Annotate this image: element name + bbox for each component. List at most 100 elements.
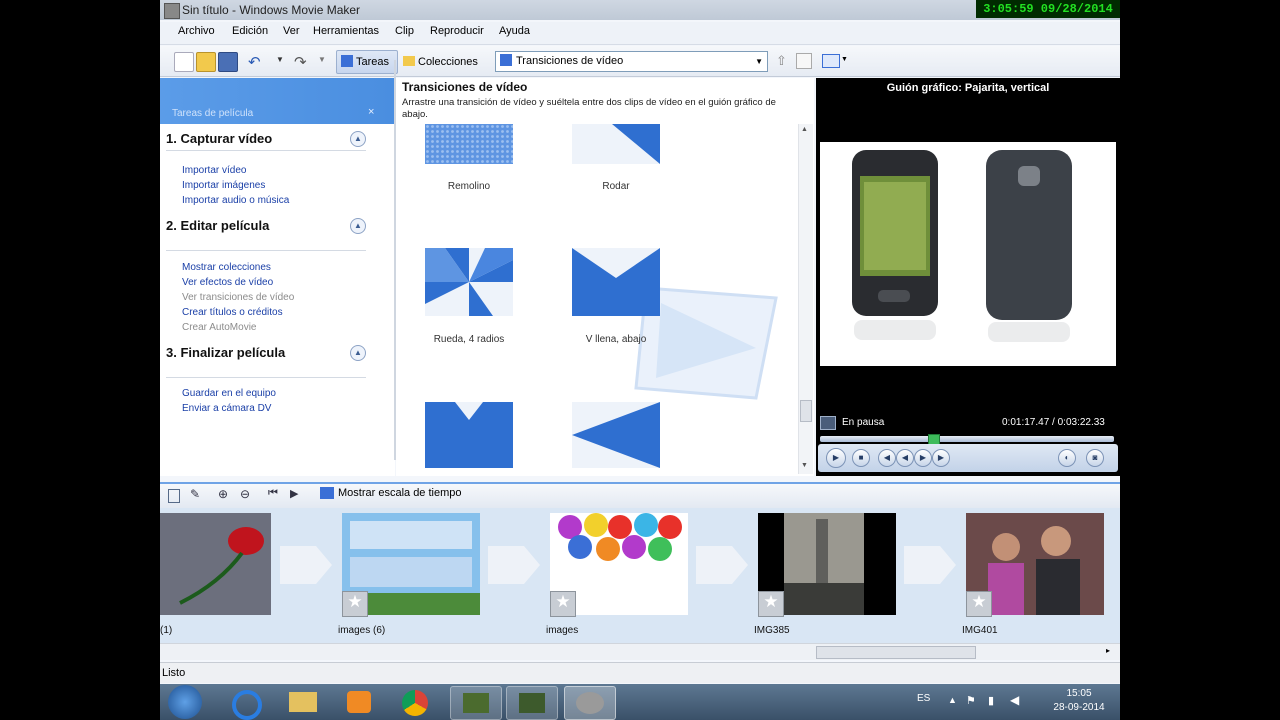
start-button[interactable] [168, 685, 202, 719]
transition-slot[interactable] [280, 546, 332, 584]
transitions-scrollbar[interactable]: ▲ ▼ [798, 124, 813, 474]
clip-thumbnail[interactable]: ★ [966, 513, 1104, 617]
collapse-edit-icon[interactable]: ▲ [350, 218, 366, 234]
task-import-audio[interactable]: Importar audio o música [182, 195, 289, 206]
taskbar-movie-maker[interactable] [564, 686, 616, 720]
split-clip-icon[interactable]: ◐ [1058, 449, 1076, 467]
zoom-in-icon[interactable]: ⊕ [218, 487, 228, 501]
taskbar-ie[interactable] [222, 686, 272, 720]
menu-herramientas[interactable]: Herramientas [313, 25, 379, 37]
zoom-out-icon[interactable]: ⊖ [240, 487, 250, 501]
language-indicator[interactable]: ES [917, 693, 930, 704]
collection-combo[interactable]: Transiciones de vídeo ▼ [495, 51, 768, 72]
new-collection-icon[interactable] [796, 53, 812, 69]
menu-ayuda[interactable]: Ayuda [499, 25, 530, 37]
chevron-down-icon[interactable]: ▼ [755, 52, 763, 71]
views-dropdown-icon[interactable]: ▼ [841, 56, 848, 63]
forward-icon[interactable]: ▶ [914, 449, 932, 467]
taskbar-app-2[interactable] [506, 686, 558, 720]
transition-slot[interactable] [904, 546, 956, 584]
transition-slot[interactable] [696, 546, 748, 584]
task-import-video[interactable]: Importar vídeo [182, 165, 246, 176]
undo-dropdown-icon[interactable]: ▼ [276, 55, 284, 64]
redo-dropdown-icon[interactable]: ▼ [318, 55, 326, 64]
task-create-titles[interactable]: Crear títulos o créditos [182, 307, 283, 318]
menu-clip[interactable]: Clip [395, 25, 414, 37]
seek-bar[interactable] [820, 434, 1114, 446]
network-icon[interactable]: ▮ [988, 694, 994, 707]
transition-6-thumbnail [572, 402, 660, 468]
rewind-icon[interactable]: ◀ [896, 449, 914, 467]
transition-item-6[interactable] [572, 402, 660, 471]
ie-icon [232, 690, 262, 720]
tasks-pane: Tareas de película × 1. Capturar vídeo ▲… [160, 78, 395, 476]
volume-icon[interactable]: ◀ [1010, 693, 1019, 707]
status-text: Listo [162, 667, 186, 679]
scroll-thumb[interactable] [800, 400, 812, 422]
clip-thumbnail[interactable] [160, 513, 271, 615]
undo-icon[interactable]: ↶ [248, 53, 261, 71]
transition-slot[interactable] [488, 546, 540, 584]
transition-remolino[interactable] [425, 124, 513, 167]
save-project-icon[interactable] [218, 52, 238, 72]
task-save-to-computer[interactable]: Guardar en el equipo [182, 388, 276, 399]
up-folder-icon[interactable]: ⇧ [776, 53, 787, 69]
divider [166, 377, 366, 378]
open-project-icon[interactable] [196, 52, 216, 72]
stop-icon[interactable]: ■ [852, 449, 870, 467]
scroll-down-icon[interactable]: ▼ [801, 462, 808, 469]
collapse-finish-icon[interactable]: ▲ [350, 345, 366, 361]
task-view-effects[interactable]: Ver efectos de vídeo [182, 277, 273, 288]
menu-edicion[interactable]: Edición [232, 25, 268, 37]
transition-v-llena-abajo[interactable] [572, 248, 660, 319]
tasks-button[interactable]: Tareas [336, 50, 398, 74]
clip-thumbnail[interactable]: ★ [758, 513, 896, 617]
transition-rueda-4-radios[interactable] [425, 248, 513, 319]
task-import-images[interactable]: Importar imágenes [182, 180, 265, 191]
snapshot-icon[interactable]: ◙ [1086, 449, 1104, 467]
taskbar-app-1[interactable] [450, 686, 502, 720]
collapse-capture-icon[interactable]: ▲ [350, 131, 366, 147]
taskbar-chrome[interactable] [390, 686, 440, 718]
new-project-icon[interactable] [174, 52, 194, 72]
transition-rodar[interactable] [572, 124, 660, 167]
effect-star-icon: ★ [550, 591, 576, 617]
views-icon[interactable] [822, 54, 840, 68]
play-icon[interactable]: ▶ [826, 448, 846, 468]
task-show-collections[interactable]: Mostrar colecciones [182, 262, 271, 273]
collections-button[interactable]: Colecciones [400, 50, 486, 74]
clip-label: images (6) [338, 625, 386, 636]
section-capture-title[interactable]: 1. Capturar vídeo [166, 131, 272, 146]
taskbar-media-player[interactable] [334, 686, 384, 718]
menu-reproducir[interactable]: Reproducir [430, 25, 484, 37]
rewind-storyboard-icon[interactable]: ⏮ [268, 487, 278, 500]
scroll-up-icon[interactable]: ▲ [801, 126, 808, 133]
play-storyboard-icon[interactable]: ▶ [290, 487, 298, 500]
clip-thumbnail[interactable]: ★ [342, 513, 480, 617]
next-frame-icon[interactable]: ▶ [932, 449, 950, 467]
previous-frame-icon[interactable]: ◀ [878, 449, 896, 467]
storyboard-scrollbar[interactable]: ▸ [160, 643, 1120, 660]
window-title: Sin título - Windows Movie Maker [182, 3, 361, 17]
scroll-thumb[interactable] [816, 646, 976, 659]
storyboard: (1) ★ images (6) ★ images ★ IMG385 ★ IMG… [160, 508, 1120, 643]
close-icon[interactable]: × [368, 106, 374, 118]
menu-archivo[interactable]: Archivo [178, 25, 215, 37]
clip-thumbnail[interactable]: ★ [550, 513, 688, 617]
section-edit-title[interactable]: 2. Editar película [166, 218, 269, 233]
scroll-right-icon[interactable]: ▸ [1106, 646, 1110, 655]
tray-clock[interactable]: 15:05 28-09-2014 [1048, 687, 1110, 715]
section-finish-title[interactable]: 3. Finalizar película [166, 345, 285, 360]
narrate-icon[interactable]: ✎ [190, 487, 200, 501]
task-send-to-dv[interactable]: Enviar a cámara DV [182, 403, 271, 414]
show-hidden-icons-icon[interactable]: ▲ [948, 695, 957, 705]
menu-ver[interactable]: Ver [283, 25, 300, 37]
show-timeline-label: Mostrar escala de tiempo [338, 487, 462, 499]
redo-icon[interactable]: ↷ [294, 53, 307, 71]
playback-status: En pausa [842, 417, 885, 428]
transition-item-5[interactable] [425, 402, 513, 471]
flag-icon[interactable]: ⚑ [966, 694, 976, 707]
show-timeline-button[interactable]: Mostrar escala de tiempo [320, 487, 462, 499]
taskbar-explorer[interactable] [278, 686, 328, 718]
storyboard-icon[interactable] [168, 489, 180, 503]
